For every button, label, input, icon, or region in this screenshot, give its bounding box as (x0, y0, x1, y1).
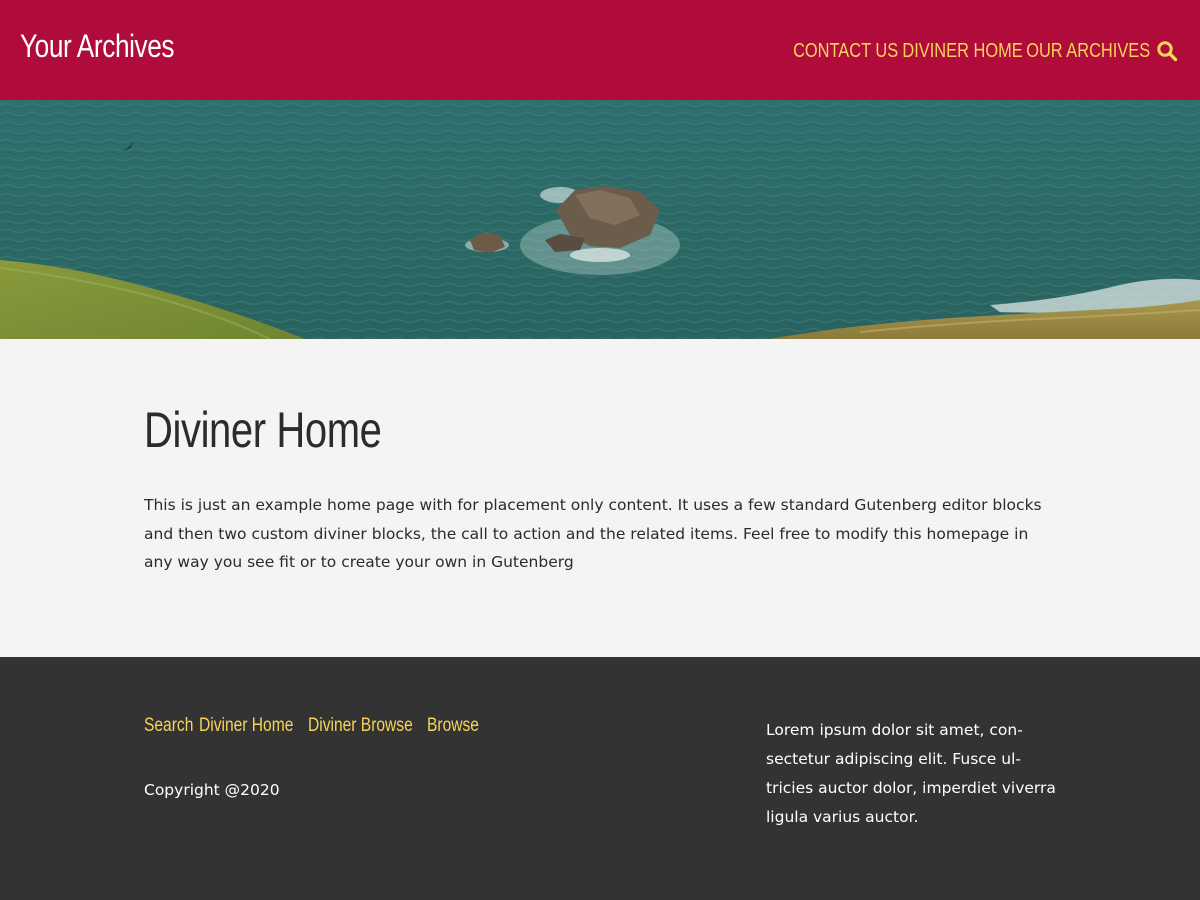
search-icon (1157, 41, 1178, 62)
intro-paragraph: This is just an example home page with f… (144, 496, 1042, 571)
footer-text-line: Lorem ipsum dolor sit amet, con- (766, 721, 1023, 739)
nav-diviner-home[interactable]: DIVINER HOME (903, 40, 1023, 63)
hero-photo (0, 100, 1200, 339)
footer-about-text: Lorem ipsum dolor sit amet, con- sectetu… (766, 716, 1066, 832)
nav-contact-us[interactable]: CONTACT US (793, 40, 898, 63)
nav-our-archives[interactable]: OUR ARCHIVES (1026, 40, 1150, 63)
copyright-text: Copyright @2020 (144, 781, 280, 799)
footer-text-line: tricies auctor dolor, imperdiet viverra (766, 779, 1056, 797)
footer-link-diviner-browse[interactable]: Diviner Browse (308, 715, 413, 737)
footer-text-line: ligula varius auctor. (766, 808, 919, 826)
hero-image (0, 100, 1200, 339)
site-header: Your Archives CONTACT US DIVINER HOME OU… (0, 0, 1200, 100)
site-title[interactable]: Your Archives (20, 28, 175, 65)
main-content: Diviner Home This is just an example hom… (0, 339, 1200, 657)
search-button[interactable] (1156, 40, 1178, 62)
footer-nav: Search Diviner Home Diviner Browse Brows… (144, 715, 490, 737)
footer-link-browse[interactable]: Browse (427, 715, 479, 737)
page-title: Diviner Home (144, 402, 382, 458)
footer-text-line: sectetur adipiscing elit. Fusce ul- (766, 750, 1021, 768)
footer-link-diviner-home[interactable]: Diviner Home (199, 715, 293, 737)
footer-link-search[interactable]: Search (144, 715, 193, 737)
site-footer: Search Diviner Home Diviner Browse Brows… (0, 657, 1200, 900)
main-nav: CONTACT US DIVINER HOME OUR ARCHIVES (776, 36, 1178, 66)
